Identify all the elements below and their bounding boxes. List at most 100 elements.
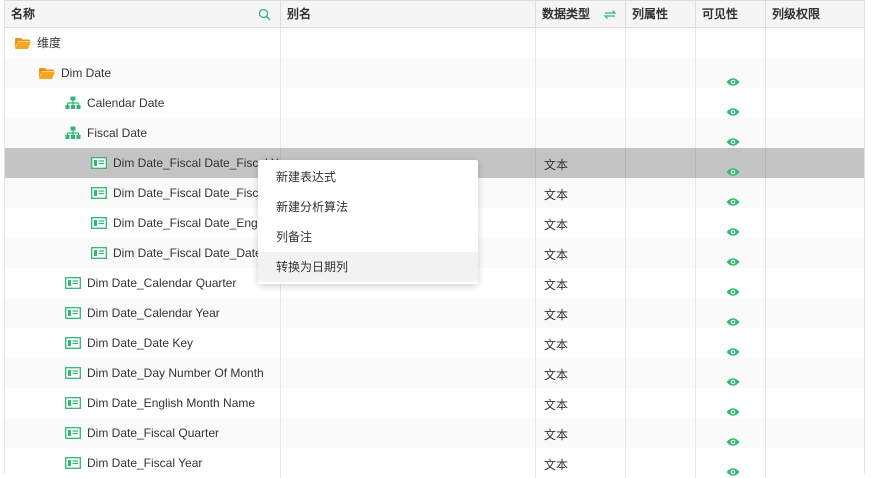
row-attr-cell[interactable] [626, 238, 696, 268]
row-alias-cell[interactable] [281, 88, 536, 118]
row-attr-cell[interactable] [626, 178, 696, 208]
header-perm[interactable]: 列级权限 [766, 1, 866, 28]
row-name-cell[interactable]: Fiscal Date [5, 118, 281, 148]
table-row[interactable]: Dim Date_English Month Name 文本 [5, 388, 864, 418]
eye-icon[interactable] [726, 68, 740, 88]
row-perm-cell[interactable] [766, 148, 866, 178]
row-perm-cell[interactable] [766, 298, 866, 328]
row-datatype-cell[interactable]: 文本 [536, 388, 626, 418]
tree-node[interactable]: Dim Date_English Month Name [5, 388, 280, 418]
tree-node[interactable]: Dim Date_Fiscal Quarter [5, 418, 280, 448]
eye-icon[interactable] [726, 338, 740, 358]
row-perm-cell[interactable] [766, 388, 866, 418]
eye-icon[interactable] [726, 428, 740, 448]
table-row[interactable]: Fiscal Date [5, 118, 864, 148]
row-name-cell[interactable]: Dim Date_Calendar Year [5, 298, 281, 328]
row-name-cell[interactable]: Dim Date_Day Number Of Month [5, 358, 281, 388]
tree-node[interactable]: 维度 [5, 28, 280, 58]
header-attr[interactable]: 列属性 [626, 1, 696, 28]
eye-icon[interactable] [726, 308, 740, 328]
eye-icon[interactable] [726, 218, 740, 238]
row-name-cell[interactable]: 维度 [5, 28, 281, 58]
eye-icon[interactable] [726, 188, 740, 208]
row-datatype-cell[interactable]: 文本 [536, 298, 626, 328]
row-perm-cell[interactable] [766, 88, 866, 118]
eye-icon[interactable] [726, 158, 740, 178]
search-icon[interactable] [258, 8, 271, 21]
tree-node[interactable]: Dim Date_Day Number Of Month [5, 358, 280, 388]
table-row[interactable]: Dim Date_Calendar Year 文本 [5, 298, 864, 328]
row-datatype-cell[interactable] [536, 88, 626, 118]
row-attr-cell[interactable] [626, 118, 696, 148]
row-datatype-cell[interactable]: 文本 [536, 238, 626, 268]
row-attr-cell[interactable] [626, 268, 696, 298]
row-alias-cell[interactable] [281, 388, 536, 418]
tree-node[interactable]: Dim Date [5, 58, 280, 88]
header-alias[interactable]: 别名 [281, 1, 536, 28]
row-attr-cell[interactable] [626, 28, 696, 58]
tree-node[interactable]: Dim Date_Fiscal Date_English Month Name [5, 208, 280, 238]
eye-icon[interactable] [726, 278, 740, 298]
row-datatype-cell[interactable]: 文本 [536, 208, 626, 238]
row-perm-cell[interactable] [766, 238, 866, 268]
row-datatype-cell[interactable]: 文本 [536, 418, 626, 448]
row-perm-cell[interactable] [766, 178, 866, 208]
table-row[interactable]: Dim Date_Day Number Of Month 文本 [5, 358, 864, 388]
eye-icon[interactable] [726, 248, 740, 268]
row-attr-cell[interactable] [626, 328, 696, 358]
row-attr-cell[interactable] [626, 418, 696, 448]
row-alias-cell[interactable] [281, 418, 536, 448]
eye-icon[interactable] [726, 98, 740, 118]
table-row[interactable]: Dim Date [5, 58, 864, 88]
row-name-cell[interactable]: Dim Date_English Month Name [5, 388, 281, 418]
row-name-cell[interactable]: Dim Date_Fiscal Date_Fiscal Year [5, 148, 281, 178]
row-attr-cell[interactable] [626, 388, 696, 418]
row-perm-cell[interactable] [766, 58, 866, 88]
row-alias-cell[interactable] [281, 28, 536, 58]
row-name-cell[interactable]: Dim Date_Date Key [5, 328, 281, 358]
row-perm-cell[interactable] [766, 328, 866, 358]
eye-icon[interactable] [726, 458, 740, 478]
tree-node[interactable]: Fiscal Date [5, 118, 280, 148]
tree-node[interactable]: Dim Date_Calendar Year [5, 298, 280, 328]
row-attr-cell[interactable] [626, 88, 696, 118]
row-attr-cell[interactable] [626, 358, 696, 388]
row-name-cell[interactable]: Dim Date_Fiscal Date_Date Key [5, 238, 281, 268]
row-alias-cell[interactable] [281, 328, 536, 358]
row-name-cell[interactable]: Dim Date_Calendar Quarter [5, 268, 281, 298]
row-alias-cell[interactable] [281, 358, 536, 388]
row-perm-cell[interactable] [766, 358, 866, 388]
tree-node[interactable]: Dim Date_Calendar Quarter [5, 268, 280, 298]
row-name-cell[interactable]: Dim Date_Fiscal Date_English Month Name [5, 208, 281, 238]
tree-node[interactable]: Dim Date_Fiscal Date_Fiscal Quarter [5, 178, 280, 208]
tree-node[interactable]: Dim Date_Fiscal Date_Fiscal Year [5, 148, 280, 178]
menu-item-new-analysis-algorithm[interactable]: 新建分析算法 [258, 192, 478, 222]
menu-item-convert-to-date-column[interactable]: 转换为日期列 [258, 252, 478, 282]
menu-item-column-remark[interactable]: 列备注 [258, 222, 478, 252]
row-datatype-cell[interactable] [536, 28, 626, 58]
row-name-cell[interactable]: Dim Date [5, 58, 281, 88]
tree-node[interactable]: Dim Date_Fiscal Date_Date Key [5, 238, 280, 268]
row-datatype-cell[interactable]: 文本 [536, 178, 626, 208]
row-datatype-cell[interactable] [536, 118, 626, 148]
convert-icon[interactable] [603, 9, 617, 20]
tree-node[interactable]: Dim Date_Date Key [5, 328, 280, 358]
row-datatype-cell[interactable] [536, 58, 626, 88]
row-attr-cell[interactable] [626, 298, 696, 328]
row-perm-cell[interactable] [766, 28, 866, 58]
header-name[interactable]: 名称 [5, 1, 281, 28]
row-datatype-cell[interactable]: 文本 [536, 268, 626, 298]
row-datatype-cell[interactable]: 文本 [536, 358, 626, 388]
row-attr-cell[interactable] [626, 148, 696, 178]
row-name-cell[interactable]: Dim Date_Fiscal Quarter [5, 418, 281, 448]
header-visible[interactable]: 可见性 [696, 1, 766, 28]
row-name-cell[interactable]: Dim Date_Fiscal Date_Fiscal Quarter [5, 178, 281, 208]
row-datatype-cell[interactable]: 文本 [536, 148, 626, 178]
row-datatype-cell[interactable]: 文本 [536, 328, 626, 358]
row-perm-cell[interactable] [766, 418, 866, 448]
row-alias-cell[interactable] [281, 118, 536, 148]
row-attr-cell[interactable] [626, 58, 696, 88]
table-row[interactable]: Dim Date_Date Key 文本 [5, 328, 864, 358]
table-row[interactable]: Dim Date_Fiscal Quarter 文本 [5, 418, 864, 448]
table-row[interactable]: 维度 [5, 28, 864, 58]
